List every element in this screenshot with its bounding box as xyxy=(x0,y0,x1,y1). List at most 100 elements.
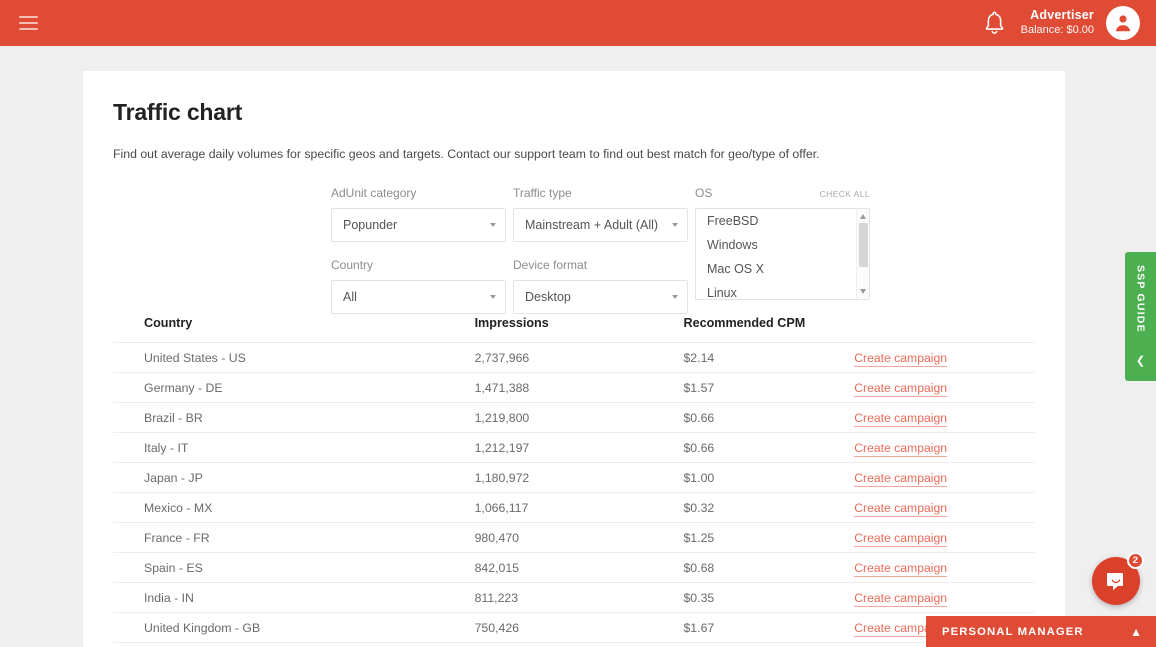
cell-action: Create campaign xyxy=(854,403,1035,433)
ssp-guide-label: SSP GUIDE xyxy=(1135,265,1147,333)
create-campaign-link[interactable]: Create campaign xyxy=(854,591,947,607)
os-list-scrollbar[interactable] xyxy=(856,209,869,299)
cell-impressions: 637,958 xyxy=(475,643,684,647)
scroll-down-arrow-icon[interactable] xyxy=(860,289,866,294)
personal-manager-bar[interactable]: PERSONAL MANAGER ▲ xyxy=(926,616,1156,647)
filter-column-middle: Traffic type Mainstream + Adult (All) De… xyxy=(513,186,688,314)
page-description: Find out average daily volumes for speci… xyxy=(113,147,1035,161)
cell-impressions: 1,212,197 xyxy=(475,433,684,463)
personal-manager-label: PERSONAL MANAGER xyxy=(942,626,1084,638)
table-row: Japan - JP1,180,972$1.00Create campaign xyxy=(113,463,1035,493)
create-campaign-link[interactable]: Create campaign xyxy=(854,441,947,457)
notifications-bell-icon[interactable] xyxy=(969,0,1021,46)
device-format-filter-group: Device format Desktop xyxy=(513,258,688,314)
account-balance: Balance: $0.00 xyxy=(1021,24,1094,38)
cell-action: Create campaign xyxy=(854,373,1035,403)
table-row: United Kingdom - GB750,426$1.67Create ca… xyxy=(113,613,1035,643)
cell-cpm: $2.14 xyxy=(683,343,854,373)
adunit-category-select[interactable]: Popunder xyxy=(331,208,506,242)
column-header-impressions: Impressions xyxy=(475,316,684,343)
table-row: Germany - DE1,471,388$1.57Create campaig… xyxy=(113,373,1035,403)
traffic-type-value: Mainstream + Adult (All) xyxy=(525,218,658,232)
os-option-linux[interactable]: Linux xyxy=(696,281,869,300)
cell-impressions: 1,180,972 xyxy=(475,463,684,493)
cell-impressions: 1,471,388 xyxy=(475,373,684,403)
cell-cpm: $0.66 xyxy=(683,403,854,433)
chevron-down-icon xyxy=(672,223,678,227)
ssp-guide-tab[interactable]: SSP GUIDE ❮ xyxy=(1125,252,1156,381)
adunit-category-label: AdUnit category xyxy=(331,186,506,202)
cell-impressions: 1,219,800 xyxy=(475,403,684,433)
scrollbar-thumb[interactable] xyxy=(859,223,868,267)
create-campaign-link[interactable]: Create campaign xyxy=(854,471,947,487)
table-body: United States - US2,737,966$2.14Create c… xyxy=(113,343,1035,647)
cell-impressions: 842,015 xyxy=(475,553,684,583)
os-option-macosx[interactable]: Mac OS X xyxy=(696,257,869,281)
cell-action: Create campaign xyxy=(854,463,1035,493)
create-campaign-link[interactable]: Create campaign xyxy=(854,411,947,427)
column-header-cpm: Recommended CPM xyxy=(683,316,854,343)
country-select[interactable]: All xyxy=(331,280,506,314)
create-campaign-link[interactable]: Create campaign xyxy=(854,531,947,547)
cell-impressions: 750,426 xyxy=(475,613,684,643)
os-option-windows[interactable]: Windows xyxy=(696,233,869,257)
create-campaign-link[interactable]: Create campaign xyxy=(854,501,947,517)
traffic-type-select[interactable]: Mainstream + Adult (All) xyxy=(513,208,688,242)
user-avatar[interactable] xyxy=(1106,6,1140,40)
cell-country: Spain - ES xyxy=(113,553,475,583)
scroll-up-arrow-icon[interactable] xyxy=(860,214,866,219)
cell-action: Create campaign xyxy=(854,553,1035,583)
cell-cpm: $0.68 xyxy=(683,553,854,583)
cell-cpm: $0.66 xyxy=(683,433,854,463)
check-all-button[interactable]: CHECK ALL xyxy=(820,189,870,199)
device-format-select[interactable]: Desktop xyxy=(513,280,688,314)
country-value: All xyxy=(343,290,357,304)
cell-cpm: $1.25 xyxy=(683,523,854,553)
table-row: Indonesia - ID637,958$0.32Create campaig… xyxy=(113,643,1035,647)
table-row: Brazil - BR1,219,800$0.66Create campaign xyxy=(113,403,1035,433)
cell-cpm: $1.57 xyxy=(683,373,854,403)
cell-country: France - FR xyxy=(113,523,475,553)
chat-unread-badge: 2 xyxy=(1127,552,1144,569)
chat-smiley-icon xyxy=(1104,569,1128,593)
cell-action: Create campaign xyxy=(854,343,1035,373)
table-row: Mexico - MX1,066,117$0.32Create campaign xyxy=(113,493,1035,523)
account-summary[interactable]: Advertiser Balance: $0.00 xyxy=(1021,8,1106,37)
column-header-country: Country xyxy=(113,316,475,343)
chevron-up-icon[interactable]: ▲ xyxy=(1130,626,1142,638)
cell-action: Create campaign xyxy=(854,493,1035,523)
cell-country: Germany - DE xyxy=(113,373,475,403)
os-label: OS xyxy=(695,186,820,202)
adunit-category-value: Popunder xyxy=(343,218,397,232)
create-campaign-link[interactable]: Create campaign xyxy=(854,561,947,577)
cell-action: Create campaign xyxy=(854,583,1035,613)
cell-country: United Kingdom - GB xyxy=(113,613,475,643)
hamburger-bar xyxy=(19,16,38,18)
cell-impressions: 811,223 xyxy=(475,583,684,613)
cell-country: Japan - JP xyxy=(113,463,475,493)
os-option-freebsd[interactable]: FreeBSD xyxy=(696,209,869,233)
chat-widget-button[interactable]: 2 xyxy=(1092,557,1140,605)
table-row: United States - US2,737,966$2.14Create c… xyxy=(113,343,1035,373)
table-row: Spain - ES842,015$0.68Create campaign xyxy=(113,553,1035,583)
cell-country: India - IN xyxy=(113,583,475,613)
create-campaign-link[interactable]: Create campaign xyxy=(854,381,947,397)
chevron-down-icon xyxy=(490,223,496,227)
filter-column-os: OS CHECK ALL FreeBSD Windows Mac OS X Li… xyxy=(695,186,870,300)
cell-impressions: 980,470 xyxy=(475,523,684,553)
table-row: India - IN811,223$0.35Create campaign xyxy=(113,583,1035,613)
cell-cpm: $1.00 xyxy=(683,463,854,493)
filters-panel: AdUnit category Popunder Country All Tra… xyxy=(113,186,1035,302)
device-format-label: Device format xyxy=(513,258,688,274)
cell-cpm: $0.32 xyxy=(683,643,854,647)
create-campaign-link[interactable]: Create campaign xyxy=(854,351,947,367)
traffic-table: Country Impressions Recommended CPM Unit… xyxy=(113,316,1035,647)
table-head: Country Impressions Recommended CPM xyxy=(113,316,1035,343)
country-filter-group: Country All xyxy=(331,258,506,314)
cell-country: Indonesia - ID xyxy=(113,643,475,647)
table-row: France - FR980,470$1.25Create campaign xyxy=(113,523,1035,553)
os-multiselect-list[interactable]: FreeBSD Windows Mac OS X Linux xyxy=(695,208,870,300)
cell-country: United States - US xyxy=(113,343,475,373)
hamburger-menu-icon[interactable] xyxy=(10,5,46,41)
filter-column-left: AdUnit category Popunder Country All xyxy=(331,186,506,314)
